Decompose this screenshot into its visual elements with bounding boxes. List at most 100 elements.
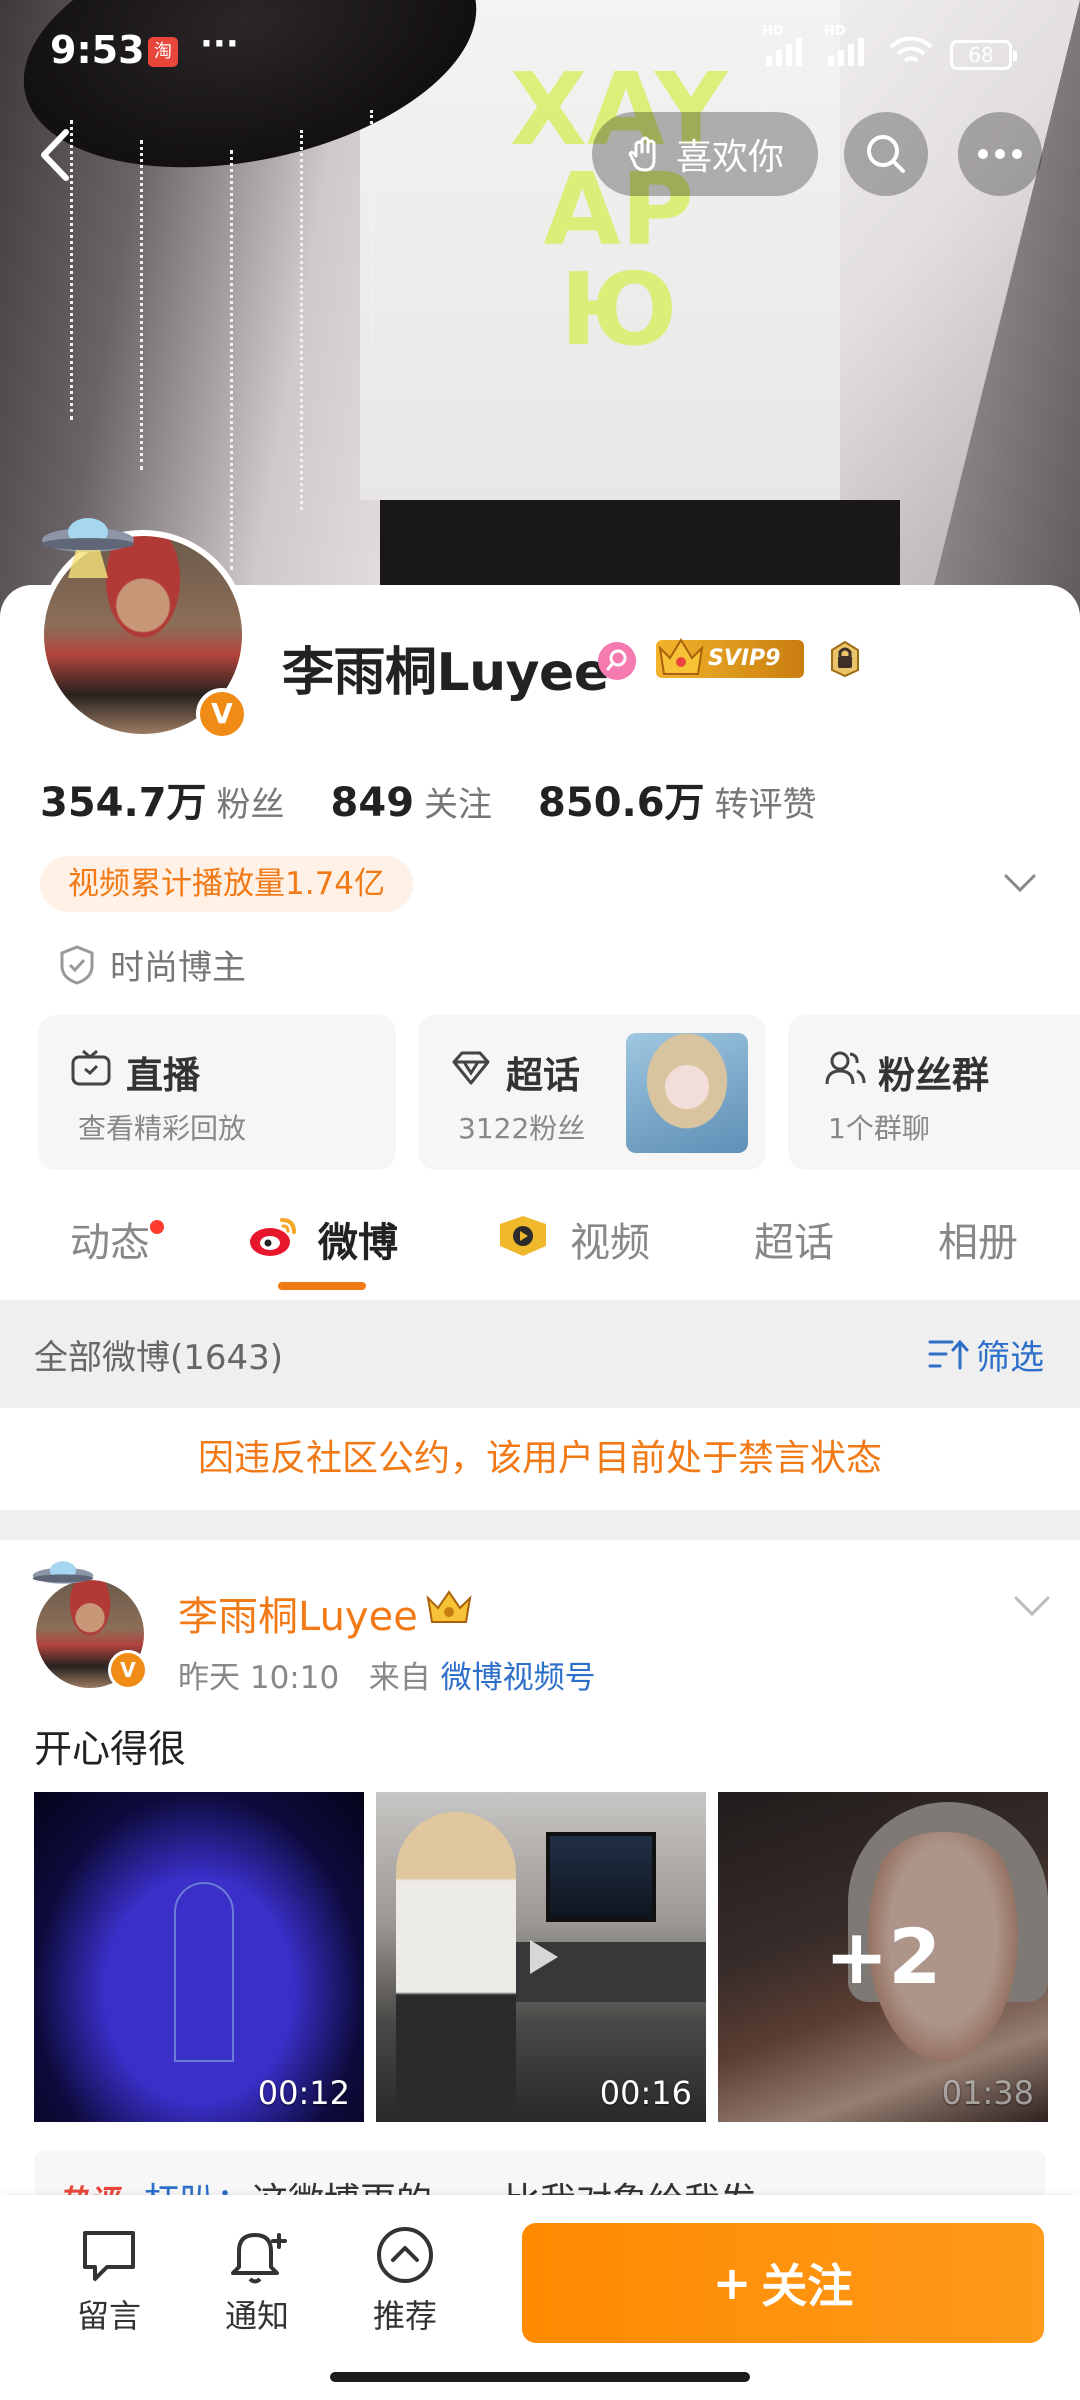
signal-icon: HD [824, 24, 864, 66]
video-scene [396, 1812, 516, 2112]
like-you-button[interactable]: 喜欢你 [592, 112, 818, 196]
home-indicator[interactable] [330, 2372, 750, 2382]
tab-activity[interactable]: 动态 [70, 1210, 150, 1268]
signal-icon: HD [762, 24, 802, 66]
video-scene [546, 1832, 656, 1922]
post-verified-badge: V [108, 1650, 148, 1690]
tab-super-topic[interactable]: 超话 [754, 1210, 834, 1268]
section-divider [0, 1510, 1080, 1540]
tab-weibo[interactable]: 微博 [318, 1210, 398, 1268]
video-tab-icon [500, 1216, 546, 1256]
feature-subtitle: 查看精彩回放 [78, 1112, 247, 1145]
notify-label: 通知 [224, 2297, 289, 2335]
post-video-thumbnail[interactable]: +2 01:38 [718, 1792, 1048, 2122]
cover-shirt-line: Ю [559, 251, 678, 368]
feature-super-topic[interactable]: 超话 3122粉丝 [418, 1015, 766, 1170]
profile-stats: 354.7万 粉丝 849 关注 850.6万 转评赞 [40, 770, 863, 828]
video-duration: 00:16 [599, 2074, 692, 2112]
plus-icon: + [712, 2256, 752, 2310]
post-text[interactable]: 开心得很 [34, 1718, 186, 1773]
tv-icon [71, 1049, 111, 1086]
post-source-link[interactable]: 微博视频号 [441, 1660, 596, 1696]
profile-tag-label: 时尚博主 [110, 948, 246, 988]
feed-filter-bar: 全部微博(1643) 筛选 [0, 1300, 1080, 1408]
message-button[interactable]: 留言 [54, 2223, 164, 2337]
ufo-avatar-decoration-icon [32, 1561, 94, 1584]
back-button[interactable] [30, 120, 80, 190]
ban-notice: 因违反社区公约，该用户目前处于禁言状态 [0, 1408, 1080, 1510]
chevron-up-circle-icon [377, 2227, 433, 2283]
post-author-name[interactable]: 李雨桐Luyee [178, 1584, 418, 1642]
follow-label: 关注 [761, 2259, 854, 2313]
weibo-logo-icon [250, 1218, 296, 1256]
vip-pink-icon[interactable] [598, 642, 636, 680]
taobao-app-icon: 淘 [148, 37, 178, 67]
feature-title: 粉丝群 [878, 1054, 989, 1097]
profile-name: 李雨桐Luyee [282, 643, 609, 703]
bell-plus-icon [231, 2233, 287, 2284]
like-you-label: 喜欢你 [675, 137, 784, 178]
follow-button[interactable]: + 关注 [522, 2223, 1044, 2343]
wifi-icon [889, 36, 933, 63]
svip-badge[interactable]: SVIP9 [656, 638, 804, 678]
profile-tabs: 动态 微博 视频 超话 相册 [0, 1190, 1080, 1300]
cover-chain [300, 130, 309, 510]
filter-button[interactable]: 筛选 [928, 1330, 1044, 1379]
video-duration: 01:38 [941, 2074, 1034, 2112]
post-from-label: 来自 [368, 1660, 431, 1696]
svip-label: SVIP9 [708, 646, 781, 671]
post-video-thumbnail[interactable]: 00:16 [376, 1792, 706, 2122]
video-duration: 00:12 [257, 2074, 350, 2112]
message-icon [83, 2231, 135, 2281]
filter-label: 筛选 [976, 1338, 1044, 1378]
weibo-count[interactable]: 全部微博(1643) [34, 1330, 283, 1379]
post-options-chevron-down-icon[interactable] [1012, 1592, 1052, 1620]
verified-badge: V [196, 688, 248, 740]
feature-subtitle: 3122粉丝 [458, 1112, 586, 1145]
cover-chain [230, 150, 239, 570]
post-time: 昨天 10:10 [178, 1660, 340, 1696]
feature-live[interactable]: 直播 查看精彩回放 [38, 1015, 396, 1170]
post-video-thumbnail[interactable]: 00:12 [34, 1792, 364, 2122]
more-media-count: +2 [718, 1792, 1048, 2122]
followers-count[interactable]: 354.7万 [40, 770, 207, 828]
status-bar: 9:53 淘 ··· HD HD 68 [0, 0, 1080, 110]
status-time: 9:53 [50, 28, 145, 72]
profile-tag[interactable]: 时尚博主 [58, 940, 246, 989]
recommend-label: 推荐 [372, 2297, 437, 2335]
cover-chain [370, 110, 379, 340]
lock-badge-icon[interactable] [826, 640, 864, 678]
svip-crown-icon [426, 1590, 472, 1623]
cover-chain [140, 140, 149, 470]
more-notifications-icon: ··· [200, 24, 239, 64]
active-tab-indicator [278, 1282, 366, 1290]
recommend-button[interactable]: 推荐 [350, 2223, 460, 2337]
engagement-label: 转评赞 [714, 785, 817, 825]
video-play-count-badge[interactable]: 视频累计播放量1.74亿 [40, 856, 414, 912]
battery-icon: 68 [950, 40, 1017, 70]
search-icon [867, 135, 905, 173]
tab-album[interactable]: 相册 [938, 1210, 1018, 1268]
group-icon [825, 1051, 866, 1085]
tab-activity-unread-dot [150, 1220, 164, 1234]
tab-video[interactable]: 视频 [570, 1210, 650, 1268]
feature-title: 超话 [506, 1054, 580, 1097]
notify-button[interactable]: 通知 [202, 2223, 312, 2337]
filter-icon [928, 1339, 969, 1369]
search-button[interactable] [844, 112, 928, 196]
followers-label[interactable]: 粉丝 [217, 777, 285, 826]
diamond-icon [452, 1051, 490, 1085]
hand-heart-icon [628, 136, 656, 172]
expand-profile-chevron-down-icon[interactable] [1000, 868, 1040, 898]
message-label: 留言 [76, 2297, 141, 2335]
feature-fan-group[interactable]: 粉丝群 1个群聊 [788, 1015, 1080, 1170]
hd-label: HD [824, 24, 846, 39]
play-icon [530, 1940, 558, 1974]
crown-icon [658, 638, 704, 675]
more-button[interactable] [958, 112, 1042, 196]
engagement-count: 850.6万 [538, 780, 705, 826]
super-topic-thumbnail [626, 1033, 748, 1153]
following-count[interactable]: 849 [331, 780, 415, 826]
following-label[interactable]: 关注 [424, 777, 492, 826]
ufo-avatar-decoration-icon [42, 518, 134, 578]
